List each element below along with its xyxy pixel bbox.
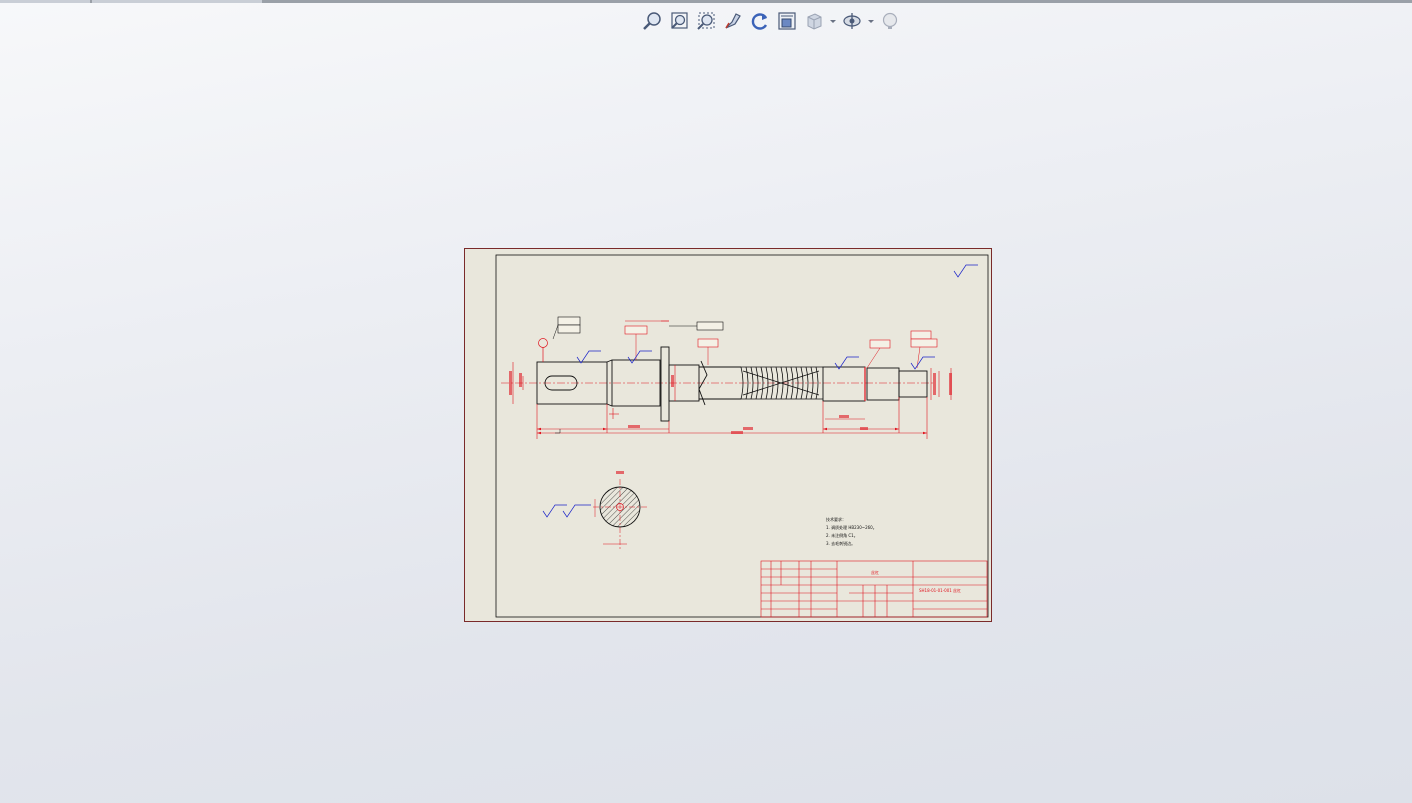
note-line: 3. 去毛刺锐边。	[826, 540, 855, 546]
zoom-in-out-icon	[697, 12, 715, 30]
zoom-to-fit-icon	[643, 12, 661, 30]
pan-button[interactable]	[721, 10, 745, 32]
document-tab[interactable]	[0, 0, 90, 3]
display-style-dropdown[interactable]	[829, 10, 837, 32]
rotate-button[interactable]	[748, 10, 772, 32]
appearance-icon	[882, 12, 898, 29]
hide-show-items-dropdown[interactable]	[867, 10, 875, 32]
drawing-canvas: 技术要求： 1. 调质处理 HB230~260。 2. 未注倒角 C1。 3. …	[495, 254, 989, 618]
heads-up-view-toolbar	[640, 9, 902, 33]
rotate-icon	[751, 13, 768, 30]
drawing-number: SH18-01-01-001 丝杠	[919, 587, 961, 593]
notes-title: 技术要求：	[826, 516, 846, 522]
zoom-to-area-icon	[671, 12, 688, 29]
display-style-icon	[807, 13, 822, 30]
zoom-to-area-button[interactable]	[667, 10, 691, 32]
view-orientation-button[interactable]	[775, 10, 799, 32]
chevron-down-icon	[830, 20, 836, 23]
note-line: 2. 未注倒角 C1。	[826, 532, 858, 538]
zoom-in-out-button[interactable]	[694, 10, 718, 32]
document-tab[interactable]	[92, 0, 262, 3]
drawing-sheet[interactable]: 技术要求： 1. 调质处理 HB230~260。 2. 未注倒角 C1。 3. …	[464, 248, 992, 622]
view-orientation-icon	[778, 12, 796, 30]
zoom-to-fit-button[interactable]	[640, 10, 664, 32]
document-tab-strip	[0, 0, 1412, 3]
chevron-down-icon	[868, 20, 874, 23]
pan-icon	[725, 13, 741, 29]
hide-show-items-button[interactable]	[840, 10, 864, 32]
hide-show-items-icon	[843, 13, 861, 29]
appearance-button[interactable]	[878, 10, 902, 32]
note-line: 1. 调质处理 HB230~260。	[826, 524, 877, 530]
display-style-button[interactable]	[802, 10, 826, 32]
part-name: 丝杠	[871, 569, 879, 575]
